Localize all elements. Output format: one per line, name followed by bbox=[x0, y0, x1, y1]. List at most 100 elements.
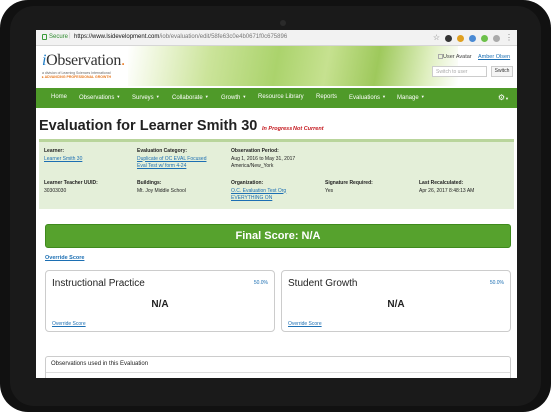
override-score-link[interactable]: Override Score bbox=[45, 255, 84, 261]
period-label: Observation Period: bbox=[231, 148, 279, 154]
camera-icon bbox=[280, 20, 286, 26]
recalculated-label: Last Recalculated: bbox=[419, 180, 464, 186]
logo-name: Observation bbox=[46, 52, 122, 69]
category-label: Evaluation Category: bbox=[137, 148, 188, 154]
recalculated-value: Apr 26, 2017 8:48:13 AM bbox=[419, 187, 475, 194]
browser-url-bar[interactable]: Secure | https://www.lsidevelopment.com/… bbox=[36, 30, 517, 46]
logo-tagline-growth: ▸ ADVANCING PROFESSIONAL GROWTH bbox=[42, 75, 111, 79]
card-override-link[interactable]: Override Score bbox=[288, 321, 322, 327]
main-nav: Home Observations ▼ Surveys ▼ Collaborate ▼… bbox=[36, 88, 517, 108]
extension-icon[interactable] bbox=[469, 34, 476, 42]
url-text[interactable]: https://www.lsidevelopment.com/iob/evalu… bbox=[74, 34, 287, 40]
browser-screen: Secure | https://www.lsidevelopment.com/… bbox=[36, 30, 517, 378]
final-score-bar: Final Score: N/A bbox=[45, 224, 511, 248]
iobservation-logo[interactable]: iObservation. a division of Learning Sci… bbox=[42, 52, 125, 79]
username-link[interactable]: Amber Olsen bbox=[478, 54, 510, 60]
signature-value: Yes bbox=[325, 187, 334, 194]
browser-toolbar-icons: ☆ ⋮ bbox=[433, 33, 513, 43]
lock-icon bbox=[42, 34, 47, 40]
recalculated-field: Last Recalculated: Apr 26, 2017 8:48:13 … bbox=[419, 180, 474, 195]
status-in-progress: In Progress bbox=[262, 126, 293, 132]
header-banner bbox=[128, 46, 458, 86]
instructional-practice-card: Instructional Practice 50.0% N/A Overrid… bbox=[45, 270, 275, 332]
student-growth-card: Student Growth 50.0% N/A Override Score bbox=[281, 270, 511, 332]
card-override-link[interactable]: Override Score bbox=[52, 321, 86, 327]
observations-panel: Observations used in this Evaluation bbox=[45, 356, 511, 378]
observations-title: Observations used in this Evaluation bbox=[51, 361, 149, 367]
organization-link[interactable]: O.C. Evaluation Test Org bbox=[231, 188, 286, 196]
nav-item-observations[interactable]: Observations ▼ bbox=[79, 94, 120, 101]
chevron-down-icon: ▼ bbox=[242, 94, 247, 99]
card-score: N/A bbox=[151, 299, 169, 310]
nav-label: Growth bbox=[221, 95, 241, 101]
extension-icon[interactable] bbox=[493, 34, 500, 42]
status-not-current: Not Current bbox=[293, 126, 324, 132]
nav-label: Observations bbox=[79, 95, 115, 101]
user-avatar[interactable]: User Avatar bbox=[438, 54, 472, 60]
nav-item-growth[interactable]: Growth ▼ bbox=[221, 94, 246, 101]
page-title: Evaluation for Learner Smith 30 bbox=[39, 118, 258, 134]
url-separator: | bbox=[69, 33, 71, 39]
nav-item-resource-library[interactable]: Resource Library bbox=[258, 94, 304, 100]
chevron-down-icon: ▼ bbox=[420, 94, 425, 99]
organization-label: Organization: bbox=[231, 180, 264, 186]
gear-icon[interactable]: ⚙▼ bbox=[498, 93, 509, 102]
buildings-label: Buildings: bbox=[137, 180, 162, 186]
nav-label: Resource Library bbox=[258, 94, 304, 100]
category-field: Evaluation Category: Duplicate of OC EVA… bbox=[137, 148, 206, 171]
logo-dot: . bbox=[121, 52, 125, 69]
period-field: Observation Period: Aug 1, 2016 to May 3… bbox=[231, 148, 295, 171]
nav-item-reports[interactable]: Reports bbox=[316, 94, 337, 100]
category-link[interactable]: Duplicate of OC EVAL Focused bbox=[137, 156, 206, 164]
bookmark-star-icon[interactable]: ☆ bbox=[433, 34, 440, 42]
url-path: /iob/evaluation/edit/58fe63c0e4b0671f0c6… bbox=[159, 34, 288, 40]
chevron-down-icon: ▼ bbox=[116, 94, 121, 99]
signature-label: Signature Required: bbox=[325, 180, 373, 186]
chevron-down-icon: ▼ bbox=[204, 94, 209, 99]
buildings-field: Buildings: Mt. Joy Middle School bbox=[137, 180, 186, 195]
period-timezone: America/New_York bbox=[231, 163, 274, 169]
chevron-down-icon: ▼ bbox=[382, 94, 386, 99]
signature-field: Signature Required: Yes bbox=[325, 180, 373, 195]
secure-label: Secure bbox=[49, 34, 69, 40]
nav-item-collaborate[interactable]: Collaborate ▼ bbox=[172, 94, 209, 101]
logo-tagline-growth-text: ADVANCING PROFESSIONAL GROWTH bbox=[44, 75, 111, 79]
nav-label: Reports bbox=[316, 94, 338, 100]
extension-icon[interactable] bbox=[457, 34, 464, 42]
divider bbox=[46, 372, 510, 373]
nav-item-home[interactable]: Home bbox=[51, 94, 67, 100]
organization-link-line2[interactable]: EVERYTHING ON bbox=[231, 195, 286, 203]
nav-label: Surveys bbox=[132, 95, 154, 101]
card-title: Instructional Practice bbox=[52, 278, 145, 289]
extension-icon[interactable] bbox=[445, 34, 452, 42]
switch-user-input[interactable]: Switch to user bbox=[432, 66, 487, 77]
card-weight: 50.0% bbox=[489, 280, 504, 286]
learner-label: Learner: bbox=[44, 148, 65, 154]
category-link-line2[interactable]: Eval Test w/ form 4-24 bbox=[137, 163, 206, 171]
uuid-field: Learner Teacher UUID: 30303030 bbox=[44, 180, 98, 195]
menu-dots-icon[interactable]: ⋮ bbox=[505, 34, 513, 42]
organization-field: Organization: O.C. Evaluation Test Org E… bbox=[231, 180, 286, 203]
nav-label: Home bbox=[51, 94, 68, 100]
nav-item-evaluations[interactable]: Evaluations ▼ bbox=[349, 94, 386, 101]
buildings-value: Mt. Joy Middle School bbox=[137, 187, 186, 194]
nav-label: Collaborate bbox=[172, 95, 203, 101]
tablet-frame: Secure | https://www.lsidevelopment.com/… bbox=[0, 0, 551, 412]
extension-icon[interactable] bbox=[481, 34, 488, 42]
evaluation-info-panel: Learner: Learner Smith 30 Evaluation Cat… bbox=[39, 139, 514, 209]
site-header: iObservation. a division of Learning Sci… bbox=[36, 46, 517, 86]
card-title: Student Growth bbox=[288, 278, 358, 289]
uuid-label: Learner Teacher UUID: bbox=[44, 180, 98, 186]
url-host: https://www.lsidevelopment.com bbox=[74, 34, 160, 40]
nav-label: Evaluations bbox=[349, 95, 381, 101]
period-value: Aug 1, 2016 to May 31, 2017 bbox=[231, 155, 296, 162]
switch-user-button[interactable]: Switch bbox=[491, 66, 513, 77]
nav-item-manage[interactable]: Manage ▼ bbox=[397, 94, 425, 101]
card-score: N/A bbox=[387, 299, 405, 310]
avatar-alt-text: User Avatar bbox=[443, 54, 472, 60]
nav-label: Manage bbox=[397, 95, 419, 101]
chevron-down-icon: ▼ bbox=[155, 94, 160, 99]
nav-item-surveys[interactable]: Surveys ▼ bbox=[132, 94, 160, 101]
learner-field: Learner: Learner Smith 30 bbox=[44, 148, 82, 163]
learner-link[interactable]: Learner Smith 30 bbox=[44, 156, 82, 164]
